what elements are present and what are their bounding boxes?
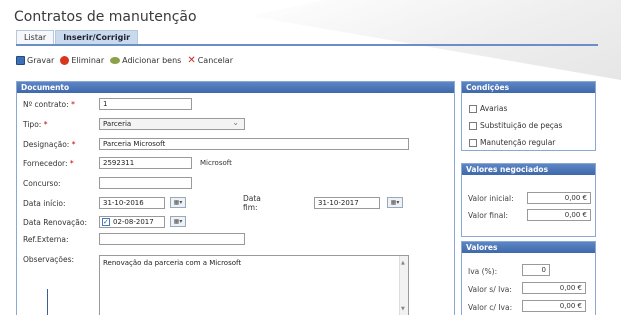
contract-no-input[interactable]: 1 — [99, 98, 192, 110]
end-date-label: Data fim: — [243, 194, 261, 212]
condition-parts-replacement[interactable]: Substituição de peças — [469, 121, 562, 130]
values-panel: Valores Iva (%): 0 Valor s/ Iva: 0,00 € … — [461, 241, 596, 315]
calendar-icon: ▦▾ — [390, 199, 400, 206]
delete-label: Eliminar — [71, 56, 105, 65]
cancel-button[interactable]: ✕ Cancelar — [187, 55, 233, 66]
designation-label: Designação: * — [23, 139, 76, 149]
supplier-label: Fornecedor: * — [23, 158, 74, 168]
chevron-down-icon: ⌄ — [232, 118, 239, 127]
value-with-vat-input[interactable]: 0,00 € — [522, 300, 586, 312]
save-button[interactable]: Gravar — [16, 56, 54, 65]
start-date-input[interactable]: 31-10-2016 — [99, 197, 165, 209]
designation-input[interactable]: Parceria Microsoft — [99, 138, 409, 150]
initial-value-input[interactable]: 0,00 € — [527, 192, 591, 204]
value-with-vat-label: Valor c/ Iva: — [468, 303, 513, 312]
background-decoration — [250, 0, 621, 80]
condition-regular-maintenance[interactable]: Manutenção regular — [469, 138, 555, 147]
breakdowns-checkbox[interactable] — [469, 104, 477, 113]
tab-underline — [16, 44, 598, 46]
value-no-vat-input[interactable]: 0,00 € — [522, 282, 586, 294]
renewal-date-input[interactable]: 02-08-2017 — [99, 216, 165, 228]
calendar-icon: ▦▾ — [173, 218, 183, 225]
tab-bar: Listar Inserir/Corrigir — [16, 30, 139, 44]
value-no-vat-label: Valor s/ Iva: — [468, 285, 512, 294]
scroll-up-icon: ▲ — [401, 260, 405, 266]
notes-scrollbar[interactable]: ▲ ▼ — [399, 256, 408, 315]
initial-value-label: Valor inicial: — [468, 194, 514, 203]
conditions-panel: Condições Avarias Substituição de peças … — [461, 81, 596, 151]
document-panel: Documento Nº contrato: * 1 Tipo: * Parce… — [16, 81, 455, 315]
document-panel-header: Documento — [17, 82, 454, 93]
delete-button[interactable]: Eliminar — [60, 56, 104, 65]
renewal-date-checkbox[interactable] — [102, 217, 110, 227]
conditions-panel-header: Condições — [462, 82, 595, 93]
ext-ref-input[interactable] — [99, 233, 245, 245]
ext-ref-label: Ref.Externa: — [23, 234, 69, 244]
contract-no-label: Nº contrato: * — [23, 99, 75, 109]
close-icon: ✕ — [187, 55, 196, 66]
scroll-down-icon: ▼ — [401, 306, 405, 312]
parts-replacement-checkbox[interactable] — [469, 121, 477, 130]
start-date-calendar-button[interactable]: ▦▾ — [170, 197, 186, 208]
notes-label: Observações: — [23, 255, 75, 264]
renewal-date-calendar-button[interactable]: ▦▾ — [170, 216, 186, 227]
end-date-input[interactable]: 31-10-2017 — [314, 197, 380, 209]
cancel-label: Cancelar — [197, 56, 233, 65]
supplier-name: Microsoft — [200, 159, 232, 167]
start-date-label: Data início: — [23, 198, 66, 208]
type-label: Tipo: * — [23, 119, 48, 129]
save-label: Gravar — [27, 56, 55, 65]
negotiated-values-header: Valores negociados — [462, 164, 595, 175]
notes-textarea[interactable]: Renovação da parceria com a Microsoft ▲ … — [99, 255, 409, 315]
end-date-calendar-button[interactable]: ▦▾ — [387, 197, 403, 208]
vat-input[interactable]: 0 — [522, 264, 550, 276]
tab-inserir-corrigir[interactable]: Inserir/Corrigir — [55, 30, 139, 44]
negotiated-values-panel: Valores negociados Valor inicial: 0,00 €… — [461, 163, 596, 237]
page-title: Contratos de manutenção — [14, 9, 197, 25]
add-assets-button[interactable]: Adicionar bens — [110, 56, 181, 65]
add-assets-label: Adicionar bens — [122, 56, 182, 65]
type-select[interactable]: Parceria ⌄ — [99, 118, 245, 130]
vat-label: Iva (%): — [468, 267, 498, 276]
toolbar: Gravar Eliminar Adicionar bens ✕ Cancela… — [16, 55, 239, 66]
delete-circle-icon — [60, 56, 70, 65]
final-value-label: Valor final: — [468, 211, 508, 220]
regular-maintenance-checkbox[interactable] — [469, 138, 477, 147]
renewal-date-label: Data Renovação: — [23, 217, 87, 227]
tender-label: Concurso: — [23, 178, 61, 188]
tender-input[interactable] — [99, 177, 192, 189]
tab-listar[interactable]: Listar — [16, 30, 55, 44]
values-panel-header: Valores — [462, 242, 595, 253]
floppy-disk-icon — [16, 56, 25, 65]
eye-icon — [110, 57, 121, 64]
calendar-icon: ▦▾ — [173, 199, 183, 206]
final-value-input[interactable]: 0,00 € — [527, 209, 591, 221]
condition-breakdowns[interactable]: Avarias — [469, 104, 507, 113]
text-cursor-line — [47, 289, 48, 315]
supplier-code-input[interactable]: 2592311 — [99, 157, 192, 169]
